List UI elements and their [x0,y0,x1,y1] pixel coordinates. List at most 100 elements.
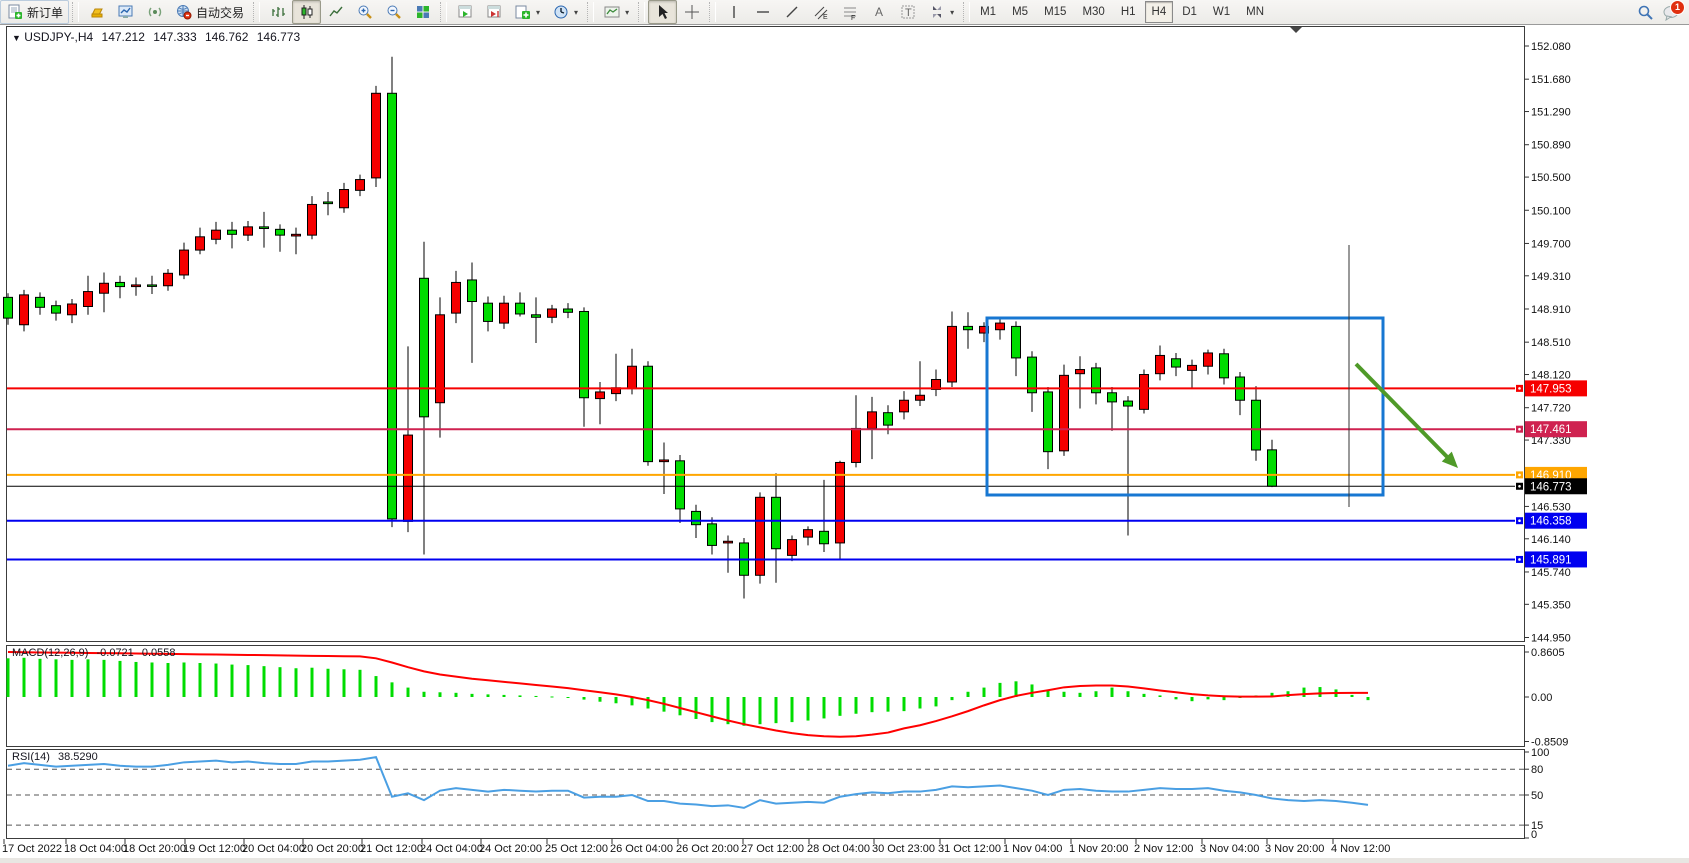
new-order-button[interactable]: 新订单 [0,0,69,24]
notifications-button[interactable]: 1 [1662,4,1679,21]
time-tick-label: 3 Nov 04:00 [1200,843,1259,855]
toolbar-separator [440,2,447,22]
macd-axis-label: -0.8509 [1531,737,1568,749]
bar-chart-button[interactable] [263,0,292,24]
price-tick-label: 146.140 [1531,534,1571,546]
timeframe-d1[interactable]: D1 [1175,1,1204,23]
zoom-out-button[interactable] [379,0,408,24]
price-tick-label: 149.700 [1531,238,1571,250]
rsi-readout: RSI(14) 38.5290 [12,751,98,763]
tile-windows-icon [414,4,431,21]
price-badge [1525,380,1587,396]
timeframe-h4[interactable]: H4 [1145,1,1174,23]
zoom-in-button[interactable] [350,0,379,24]
trendline-tool[interactable] [777,0,806,24]
window-arrow-icon [456,4,473,21]
price-badge-label: 146.773 [1530,481,1572,493]
timeframe-m15[interactable]: M15 [1037,1,1073,23]
horizontal-line-icon [754,4,771,21]
channel-tool[interactable]: E [806,0,835,24]
time-tick-label: 24 Oct 04:00 [420,843,483,855]
price-badge-label: 147.953 [1530,383,1572,395]
time-tick-label: 26 Oct 20:00 [676,843,739,855]
text-icon: A [870,4,887,21]
rsi-axis-label: 100 [1531,747,1549,759]
time-tick-label: 20 Oct 04:00 [242,843,305,855]
time-tick-label: 18 Oct 20:00 [123,843,186,855]
charts-button[interactable] [111,0,140,24]
price-tick-label: 148.120 [1531,370,1571,382]
horizontal-line-tool[interactable] [748,0,777,24]
price-tick-label: 148.910 [1531,304,1571,316]
tile-windows-button[interactable] [408,0,437,24]
price-axis: 152.080151.680151.290150.890150.500150.1… [1524,41,1571,645]
window-indicator-button[interactable] [450,0,479,24]
fibonacci-tool[interactable]: F [835,0,864,24]
time-tick-label: 20 Oct 20:00 [301,843,364,855]
dropdown-caret: ▾ [950,8,954,17]
line-chart-icon [327,4,344,21]
indicators-button[interactable]: ▾ [508,0,546,24]
add-indicator-icon [514,4,531,21]
timeframe-w1[interactable]: W1 [1206,1,1237,23]
time-axis: 17 Oct 202218 Oct 04:0018 Oct 20:0019 Oc… [2,839,1390,855]
notification-badge: 1 [1670,0,1685,15]
price-tick-label: 147.330 [1531,435,1571,447]
label-tool[interactable]: T [893,0,922,24]
templates-button[interactable]: ▾ [597,0,635,24]
time-tick-label: 2 Nov 12:00 [1134,843,1193,855]
window-profile-button[interactable] [479,0,508,24]
price-badge [1525,478,1587,494]
new-order-icon [6,4,23,21]
macd-label: MACD(12,26,9) [12,647,88,659]
zoom-in-icon [356,4,373,21]
time-tick-label: 21 Oct 12:00 [360,843,423,855]
search-icon[interactable] [1637,4,1654,21]
price-tick-label: 146.530 [1531,501,1571,513]
time-tick-label: 30 Oct 23:00 [872,843,935,855]
timeframe-m1[interactable]: M1 [973,1,1003,23]
text-tool[interactable]: A [864,0,893,24]
vertical-line-tool[interactable] [719,0,748,24]
timeframe-mn[interactable]: MN [1239,1,1271,23]
price-tick-label: 149.310 [1531,271,1571,283]
toolbar-separator [709,2,716,22]
timeframe-h1[interactable]: H1 [1114,1,1143,23]
price-tick-label: 147.720 [1531,403,1571,415]
toolbar-separator [963,2,970,22]
rsi-axis-label: 50 [1531,790,1543,802]
main-toolbar: 新订单 自动交易 ▾ ▾ ▾ E F A T ▾ [0,0,1689,25]
arrows-tool[interactable]: ▾ [922,0,960,24]
price-tick-label: 148.510 [1531,337,1571,349]
dropdown-caret: ▾ [574,8,578,17]
line-chart-button[interactable] [321,0,350,24]
candlestick-chart-button[interactable] [292,0,321,24]
rsi-pane[interactable] [6,749,1525,839]
svg-text:F: F [851,15,855,20]
price-tick-label: 150.100 [1531,205,1571,217]
time-tick-label: 18 Oct 04:00 [64,843,127,855]
macd-pane[interactable] [6,645,1525,747]
price-badge [1525,467,1587,483]
gold-button[interactable] [82,0,111,24]
timeframe-m5[interactable]: M5 [1005,1,1035,23]
cursor-tool-button[interactable] [648,0,677,24]
periods-button[interactable]: ▾ [546,0,584,24]
time-tick-label: 26 Oct 04:00 [610,843,673,855]
auto-trading-button[interactable]: 自动交易 [169,0,250,24]
time-tick-label: 1 Nov 04:00 [1003,843,1062,855]
time-tick-label: 24 Oct 20:00 [479,843,542,855]
time-tick-label: 31 Oct 12:00 [938,843,1001,855]
timeframe-bar: M1M5M15M30H1H4D1W1MN [973,1,1271,23]
toolbar-separator [72,2,79,22]
vertical-line-icon [725,4,742,21]
main-chart-pane[interactable] [6,26,1525,642]
symbol-dropdown-icon[interactable]: ▼ [12,33,21,43]
label-icon: T [899,4,916,21]
clock-icon [552,4,569,21]
timeframe-m30[interactable]: M30 [1075,1,1111,23]
signals-button[interactable] [140,0,169,24]
fibonacci-icon: F [841,4,858,21]
crosshair-tool-button[interactable] [677,0,706,24]
template-icon [603,4,620,21]
